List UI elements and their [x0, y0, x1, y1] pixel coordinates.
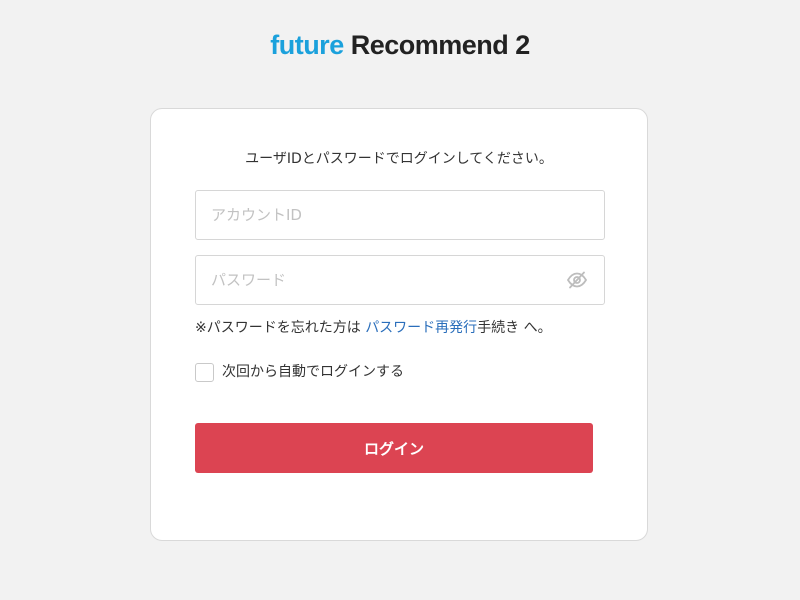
forgot-suffix: 手続き へ。	[477, 320, 552, 336]
password-field	[195, 255, 605, 305]
app-logo: future Recommend 2	[0, 28, 800, 62]
remember-me-label: 次回から自動でログインする	[222, 364, 404, 380]
login-button[interactable]: ログイン	[195, 423, 593, 473]
password-reissue-link[interactable]: パスワード再発行	[365, 320, 477, 336]
account-id-field	[195, 190, 605, 240]
remember-me[interactable]: 次回から自動でログインする	[195, 361, 404, 383]
password-input[interactable]	[196, 256, 551, 304]
forgot-password-note: ※パスワードを忘れた方は パスワード再発行手続き へ。	[195, 318, 552, 338]
logo-recommend: Recommend 2	[343, 30, 531, 60]
account-id-input[interactable]	[196, 191, 551, 239]
forgot-prefix: ※パスワードを忘れた方は	[195, 320, 366, 336]
remember-me-checkbox[interactable]	[195, 362, 214, 382]
eye-off-icon[interactable]	[566, 270, 588, 290]
login-instructions: ユーザIDとパスワードでログインしてください。	[245, 151, 553, 167]
login-page: future Recommend 2 ユーザIDとパスワードでログインしてくださ…	[0, 0, 800, 600]
login-card: ユーザIDとパスワードでログインしてください。 ※パスワードを忘れた方は パスワ…	[150, 108, 648, 541]
logo-future: future	[270, 30, 344, 60]
